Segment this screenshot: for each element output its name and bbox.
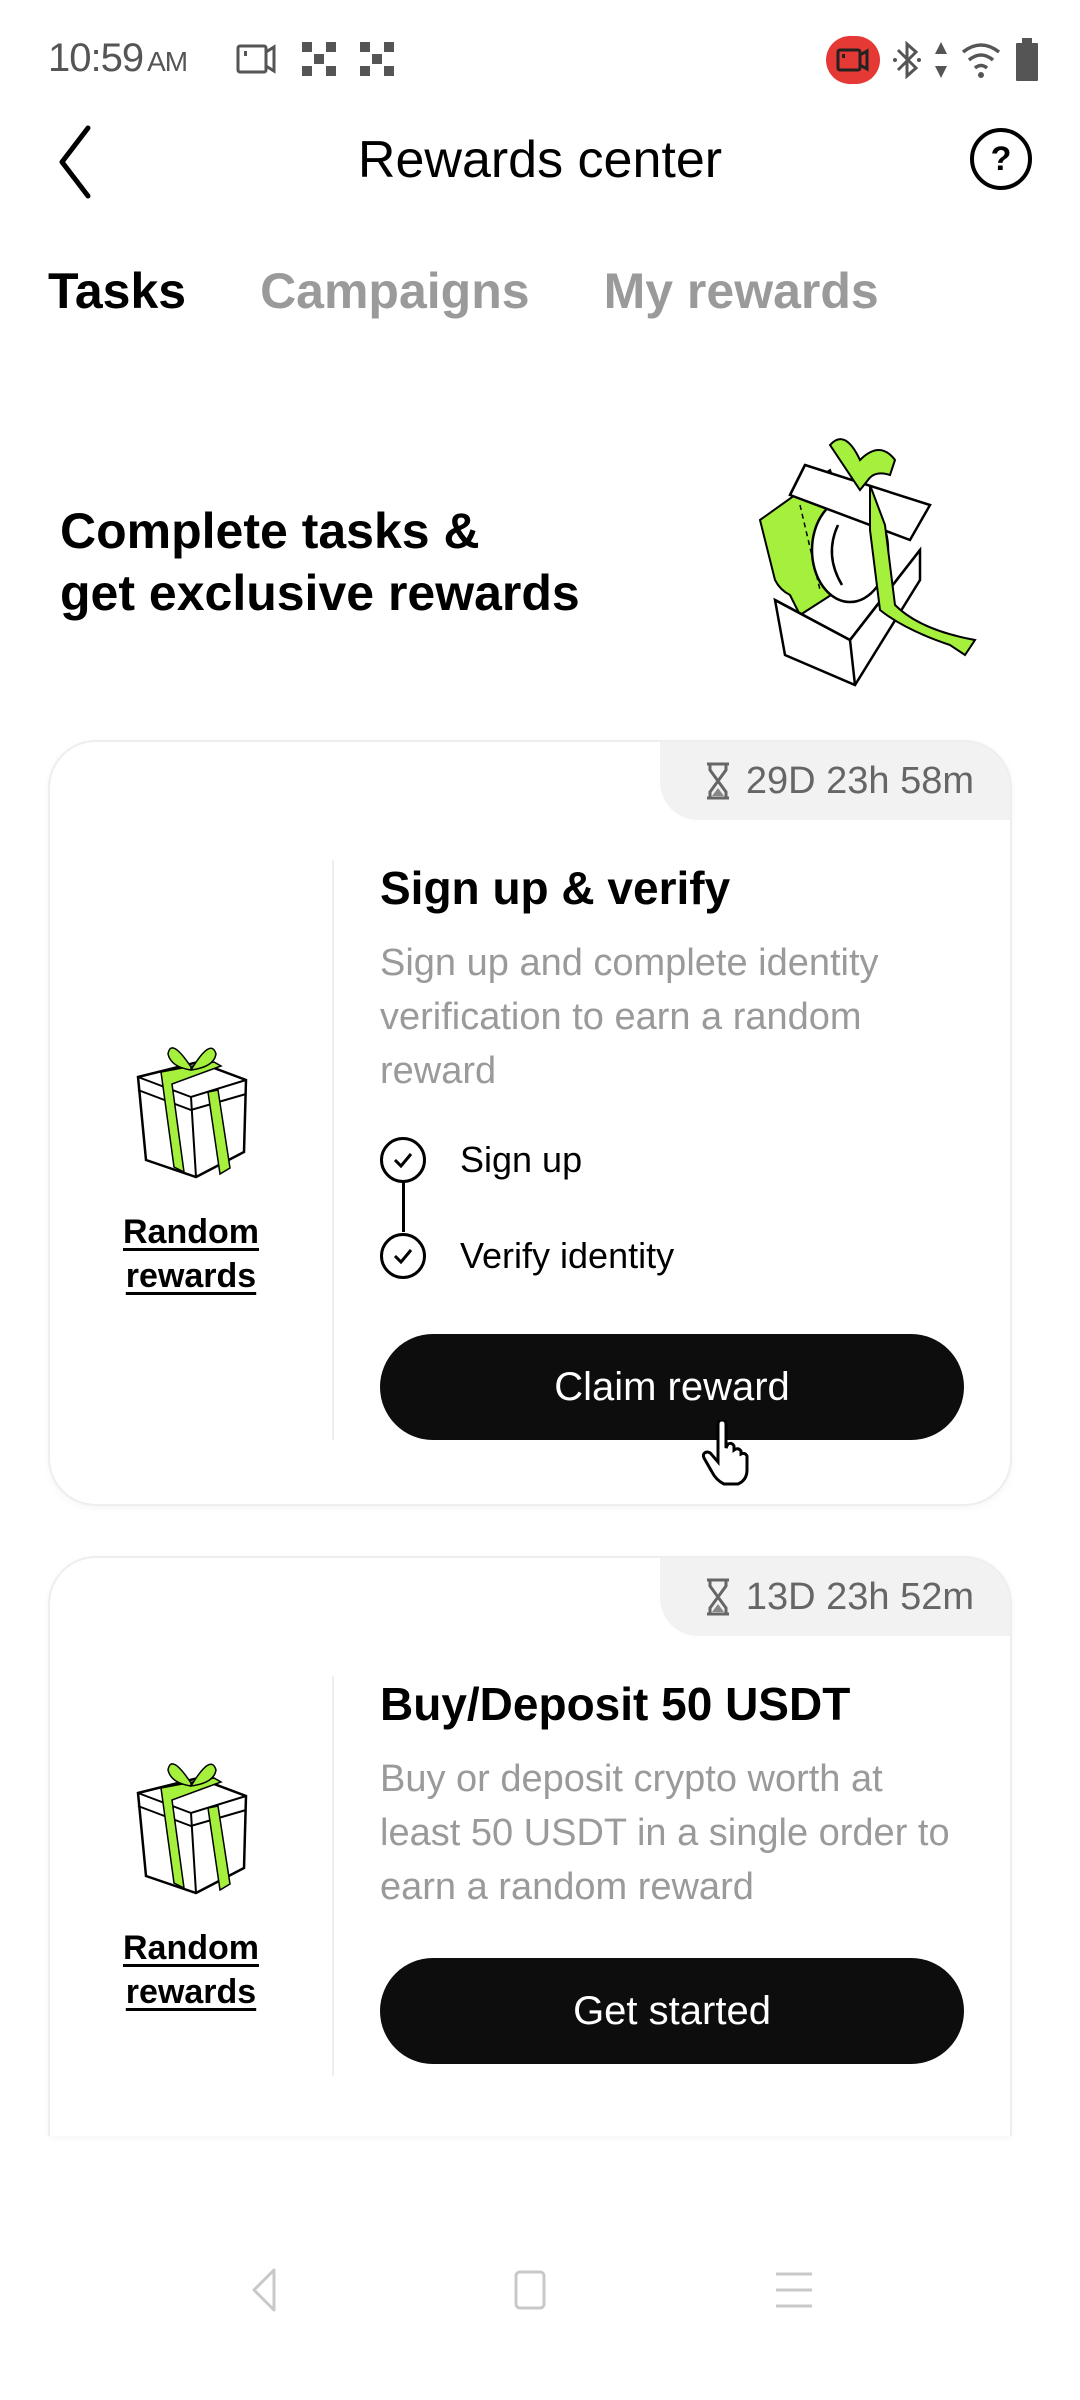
qr-icon [302,42,336,76]
recording-icon [826,36,880,84]
hero-line-1: Complete tasks & [60,503,480,559]
reward-column: Random rewards [50,1032,332,1298]
claim-reward-button[interactable]: Claim reward [380,1334,964,1440]
battery-icon [1016,38,1038,81]
hero-line-2: get exclusive rewards [60,565,580,621]
check-circle-icon [380,1137,426,1183]
gift-icon [136,1047,248,1179]
header: Rewards center ? [0,110,1080,210]
home-nav-icon [514,2270,546,2310]
task-title: Buy/Deposit 50 USDT [380,1678,851,1730]
gift-icon [136,1763,248,1895]
system-nav-bar [0,2230,1080,2350]
tab-tasks[interactable]: Tasks [48,262,186,320]
countdown-badge: 29D 23h 58m [659,742,1010,820]
nav-back-button[interactable] [236,2260,296,2320]
reward-column: Random rewards [50,1748,332,2014]
task-description: Sign up and complete identity verificati… [380,942,879,1092]
page-title: Rewards center [357,131,723,189]
menu-nav-icon [776,2272,812,2308]
hourglass-icon [706,1578,729,1616]
tab-bar: Tasks Campaigns My rewards [48,262,879,320]
qr-icon [360,42,394,76]
task-card: 13D 23h 52m Random rewards Buy/Deposit 5… [48,1556,1012,2136]
screen-record-icon [236,44,276,74]
random-rewards-link[interactable]: Random rewards [123,1210,259,1298]
task-details: Sign up & verify Sign up and complete id… [380,860,970,1282]
hero-heading: Complete tasks & get exclusive rewards [60,500,580,624]
step-label: Sign up [460,1139,583,1180]
task-card: 29D 23h 58m Random rewards Sign up & ver… [48,740,1012,1506]
reward-label-line1: Random [123,1929,259,1967]
reward-label-line1: Random [123,1213,259,1251]
data-arrows-icon [935,42,947,78]
task-description: Buy or deposit crypto worth at least 50 … [380,1758,950,1908]
nav-menu-button[interactable] [764,2260,824,2320]
question-icon: ? [990,139,1012,178]
nav-home-button[interactable] [500,2260,560,2320]
status-time-value: 10:59 [48,36,144,80]
status-bar: 10:59 AM [0,0,1080,120]
card-divider [332,1676,334,2076]
status-time-ampm: AM [147,46,188,77]
task-details: Buy/Deposit 50 USDT Buy or deposit crypt… [380,1676,970,1914]
help-button[interactable]: ? [970,128,1032,190]
reward-label-line2: rewards [125,1257,257,1295]
check-circle-icon [380,1233,426,1279]
task-title: Sign up & verify [380,862,731,914]
step-connector [402,1182,405,1232]
card-divider [332,860,334,1440]
step-label: Verify identity [460,1235,675,1276]
countdown-text: 13D 23h 52m [745,1575,974,1618]
hand-pointer-cursor-icon [701,1420,749,1486]
status-time: 10:59 AM [48,36,188,81]
status-left-icons [236,42,394,76]
random-rewards-link[interactable]: Random rewards [123,1926,259,2014]
tab-campaigns[interactable]: Campaigns [260,262,530,320]
back-nav-icon [252,2268,276,2312]
open-gift-box-illustration [758,438,977,687]
get-started-button[interactable]: Get started [380,1958,964,2064]
countdown-text: 29D 23h 58m [745,759,974,802]
countdown-badge: 13D 23h 52m [659,1558,1010,1636]
step-item: Sign up [380,1134,970,1186]
task-steps: Sign up Verify identity [380,1134,970,1282]
wifi-icon [961,43,1001,78]
bluetooth-icon [893,40,921,80]
status-right-icons [826,36,1040,84]
step-item: Verify identity [380,1230,970,1282]
tab-my-rewards[interactable]: My rewards [604,262,879,320]
reward-label-line2: rewards [125,1973,257,2011]
hourglass-icon [706,762,729,800]
